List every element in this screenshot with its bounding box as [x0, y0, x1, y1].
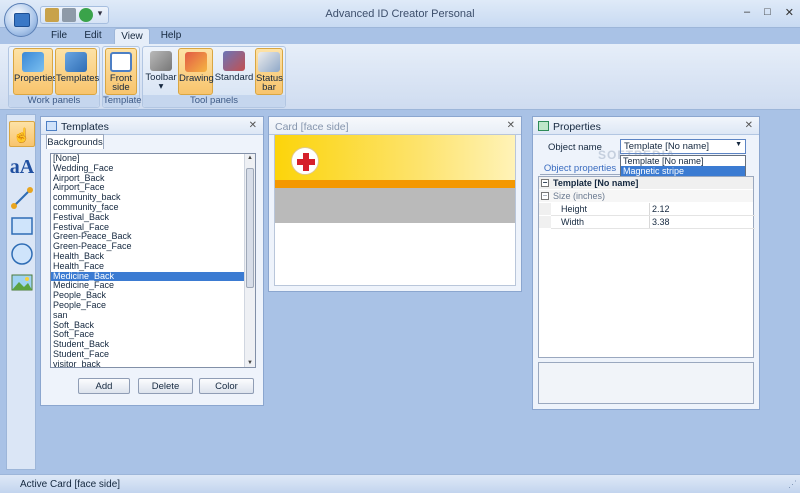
red-cross-icon [291, 147, 319, 175]
image-icon [11, 274, 33, 291]
card-canvas[interactable] [274, 134, 516, 286]
window-title: Advanced ID Creator Personal [325, 8, 475, 20]
scroll-down-icon[interactable]: ▼ [245, 360, 255, 366]
ribbon: Properties Templates Work panels Front s… [0, 44, 800, 110]
image-tool-button[interactable] [9, 269, 35, 295]
line-icon [11, 187, 33, 209]
collapse-icon[interactable]: − [541, 192, 549, 200]
card-front-icon [110, 52, 132, 72]
card-panel-title: Card [face side] [275, 121, 349, 133]
templates-panel-header: Templates ✕ [41, 117, 263, 135]
backgrounds-list[interactable]: [None] Wedding_Face Airport_Back Airport_Fa… [50, 153, 256, 368]
front-side-button[interactable]: Front side [105, 48, 137, 95]
list-scrollbar[interactable]: ▲ ▼ [244, 154, 255, 367]
close-icon[interactable]: ✕ [249, 120, 257, 131]
scroll-thumb[interactable] [246, 168, 254, 288]
group-work-panels: Properties Templates Work panels [8, 46, 100, 108]
tab-object-properties[interactable]: Object properties [540, 162, 620, 175]
scroll-up-icon[interactable]: ▲ [245, 155, 255, 161]
add-button[interactable]: Add [78, 378, 130, 394]
list-items: [None] Wedding_Face Airport_Back Airport_Fa… [51, 154, 255, 367]
app-orb-icon[interactable] [4, 3, 38, 37]
status-bar-button[interactable]: Status bar [255, 48, 283, 95]
rectangle-icon [11, 217, 33, 235]
status-text: Active Card [face side] [20, 479, 121, 490]
ellipse-icon [11, 243, 33, 265]
window-controls: – □ ✕ [744, 6, 794, 19]
grid-category-row[interactable]: − Template [No name] [539, 177, 753, 189]
color-button[interactable]: Color [199, 378, 254, 394]
line-tool-button[interactable] [9, 185, 35, 211]
status-bar-icon [258, 52, 280, 72]
close-icon[interactable]: ✕ [745, 120, 753, 131]
grid-row-height[interactable]: Height 2.12 [539, 203, 753, 215]
list-item[interactable]: visitor_back [51, 359, 245, 367]
list-item[interactable]: People_Face [51, 300, 245, 311]
property-grid: − Template [No name] − Size (inches) Hei… [538, 176, 755, 358]
standard-toolbar-icon [223, 51, 245, 71]
minimize-icon[interactable]: – [744, 6, 750, 19]
templates-panel-title: Templates [61, 121, 109, 133]
status-bar: Active Card [face side] ⋰ [0, 474, 800, 493]
group-label: Tool panels [143, 95, 285, 107]
close-icon[interactable]: ✕ [507, 120, 515, 131]
resize-grip-icon[interactable]: ⋰ [788, 479, 797, 490]
object-name-label: Object name [548, 142, 602, 153]
property-description [538, 362, 754, 404]
dropdown-option-magnetic-stripe[interactable]: Magnetic stripe [621, 166, 745, 176]
maximize-icon[interactable]: □ [764, 6, 771, 19]
card-orange-stripe [275, 180, 515, 188]
toolbar-button[interactable]: Toolbar ▾ [145, 48, 177, 95]
card-magnetic-stripe[interactable] [275, 188, 515, 223]
text-icon: aA [9, 156, 35, 178]
group-label: Work panels [9, 95, 99, 107]
card-panel-header: Card [face side] ✕ [269, 117, 521, 135]
group-label: Template [103, 95, 142, 107]
select-tool-button[interactable]: ☝ [9, 121, 35, 147]
grid-subcategory-row[interactable]: − Size (inches) [539, 190, 753, 202]
tab-view[interactable]: View [114, 28, 150, 44]
tab-file[interactable]: File [44, 28, 74, 44]
group-template: Front side Template [102, 46, 142, 108]
pointer-icon: ☝ [13, 127, 31, 143]
chevron-down-icon: ▾ [158, 81, 164, 92]
properties-panel-icon [538, 121, 549, 131]
rectangle-tool-button[interactable] [9, 213, 35, 239]
templates-icon [65, 52, 87, 72]
tab-edit[interactable]: Edit [78, 28, 108, 44]
text-tool-button[interactable]: aA [9, 155, 35, 181]
collapse-icon[interactable]: − [541, 179, 549, 187]
group-tool-panels: Toolbar ▾ Drawing Standard Status bar To… [142, 46, 286, 108]
object-name-dropdown: Template [No name] Magnetic stripe [620, 155, 746, 176]
ellipse-tool-button[interactable] [9, 241, 35, 267]
dropdown-option-template[interactable]: Template [No name] [621, 156, 745, 166]
close-icon[interactable]: ✕ [785, 6, 794, 19]
properties-panel-header: Properties ✕ [533, 117, 759, 135]
title-bar: ▾ Advanced ID Creator Personal – □ ✕ [0, 0, 800, 28]
toolbar-icon [150, 51, 172, 71]
properties-panel-title: Properties [553, 121, 601, 133]
properties-button[interactable]: Properties [13, 48, 57, 95]
ribbon-tabs: File Edit View Help [0, 28, 800, 44]
properties-icon [22, 52, 44, 72]
tab-help[interactable]: Help [154, 28, 188, 44]
templates-button[interactable]: Templates [55, 48, 99, 95]
drawing-toolbox: ☝ aA [6, 114, 36, 470]
delete-button[interactable]: Delete [138, 378, 193, 394]
chevron-down-icon[interactable]: ▼ [735, 141, 742, 148]
tab-backgrounds[interactable]: Backgrounds [46, 134, 104, 149]
palette-icon [184, 52, 207, 72]
drawing-button[interactable]: Drawing [178, 48, 214, 95]
templates-panel-icon [46, 121, 57, 131]
standard-button[interactable]: Standard [214, 48, 254, 95]
grid-row-width[interactable]: Width 3.38 [539, 216, 753, 228]
